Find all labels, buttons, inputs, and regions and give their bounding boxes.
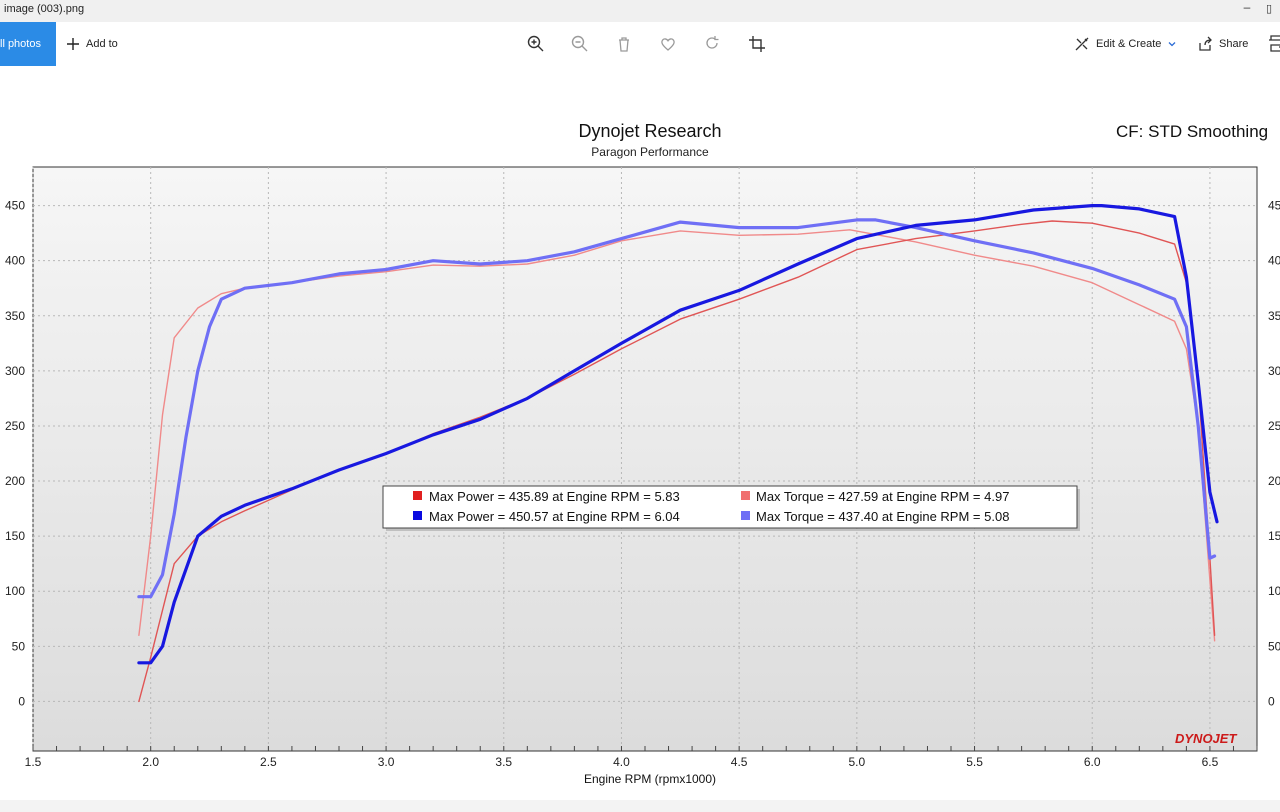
y-tick-label: 350 — [5, 309, 25, 323]
crop-icon[interactable] — [747, 34, 767, 54]
edit-create-button[interactable]: Edit & Create — [1074, 32, 1177, 56]
legend-swatch — [413, 511, 422, 520]
legend-swatch — [741, 511, 750, 520]
share-label: Share — [1219, 38, 1249, 50]
plot-area — [32, 166, 1258, 752]
add-to-label: Add to — [86, 38, 118, 50]
legend-swatch — [413, 491, 422, 500]
window-title: image (003).png — [4, 3, 85, 15]
zoom-out-icon[interactable] — [570, 34, 590, 54]
edit-create-icon — [1075, 37, 1089, 51]
photo-viewer: Dynojet Research Paragon Performance CF:… — [0, 114, 1280, 800]
y-tick-label-right: 350 — [1268, 309, 1280, 323]
legend-label: Max Power = 450.57 at Engine RPM = 6.04 — [429, 509, 680, 524]
legend-swatch — [741, 491, 750, 500]
y-tick-label-right: 150 — [1268, 529, 1280, 543]
y-tick-label: 100 — [5, 584, 25, 598]
y-tick-label: 300 — [5, 364, 25, 378]
y-tick-label-right: 400 — [1268, 254, 1280, 268]
x-tick-label: 6.5 — [1202, 755, 1219, 769]
x-tick-label: 3.5 — [495, 755, 512, 769]
bottom-strip — [0, 800, 1280, 812]
share-button[interactable]: Share — [1197, 32, 1248, 56]
dynojet-logo: DYNOJET — [1175, 731, 1237, 746]
share-icon — [1199, 36, 1212, 51]
y-tick-label-right: 45 — [1268, 199, 1280, 213]
rotate-icon[interactable] — [702, 34, 722, 54]
x-tick-label: 2.5 — [260, 755, 277, 769]
x-tick-label: 5.0 — [849, 755, 866, 769]
x-tick-label: 3.0 — [378, 755, 395, 769]
favorite-icon[interactable] — [658, 34, 678, 54]
title-bar: image (003).png – ▯ — [0, 0, 1280, 22]
y-tick-label: 450 — [5, 199, 25, 213]
plus-icon — [67, 38, 79, 50]
x-tick-label: 1.5 — [25, 755, 42, 769]
maximize-icon[interactable]: ▯ — [1266, 2, 1280, 20]
print-icon[interactable] — [1268, 34, 1280, 52]
x-tick-label: 4.0 — [613, 755, 630, 769]
y-tick-label: 50 — [12, 639, 26, 653]
chevron-down-icon — [1168, 42, 1176, 47]
y-tick-label-right: 200 — [1268, 474, 1280, 488]
all-photos-label: ll photos — [0, 38, 41, 50]
y-tick-label-right: 250 — [1268, 419, 1280, 433]
y-tick-label-right: 0 — [1268, 694, 1275, 708]
chart-legend: Max Power = 435.89 at Engine RPM = 5.83 … — [382, 485, 1080, 531]
dyno-chart: 0 0 50 50 100 100 150 150 200 200 250 250 300 300 350 3… — [5, 166, 1280, 769]
delete-icon[interactable] — [614, 34, 634, 54]
y-tick-label: 400 — [5, 254, 25, 268]
x-axis-label: Engine RPM (rpmx1000) — [583, 772, 717, 786]
x-tick-label: 6.0 — [1084, 755, 1101, 769]
y-tick-label-right: 100 — [1268, 584, 1280, 598]
edit-create-label: Edit & Create — [1096, 38, 1162, 50]
add-to-button[interactable]: Add to — [66, 32, 118, 56]
y-tick-label-right: 50 — [1268, 639, 1280, 653]
y-tick-label: 250 — [5, 419, 25, 433]
legend-label: Max Power = 435.89 at Engine RPM = 5.83 — [429, 489, 680, 504]
y-tick-label-right: 300 — [1268, 364, 1280, 378]
x-tick-label: 4.5 — [731, 755, 748, 769]
minimize-icon[interactable]: – — [1237, 0, 1257, 22]
legend-label: Max Torque = 437.40 at Engine RPM = 5.08 — [756, 509, 1009, 524]
x-tick-label: 5.5 — [966, 755, 983, 769]
zoom-in-icon[interactable] — [526, 34, 546, 54]
y-tick-label: 200 — [5, 474, 25, 488]
x-tick-label: 2.0 — [142, 755, 159, 769]
legend-label: Max Torque = 427.59 at Engine RPM = 4.97 — [756, 489, 1009, 504]
toolbar: ll photos Add to Edit & Create Share — [0, 22, 1280, 66]
all-photos-button[interactable]: ll photos — [0, 22, 56, 66]
y-tick-label: 150 — [5, 529, 25, 543]
y-tick-label: 0 — [18, 694, 25, 708]
